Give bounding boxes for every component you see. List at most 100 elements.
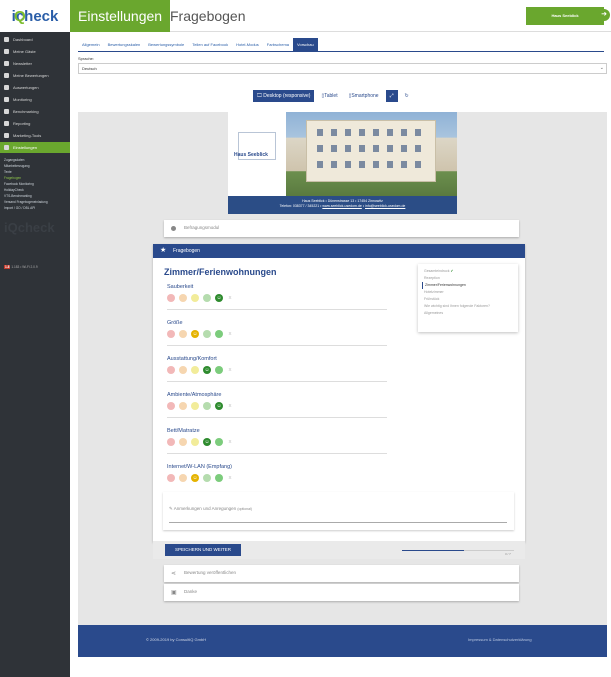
tab-vorschau[interactable]: Vorschau [293, 38, 318, 51]
top-bar: Einstellungen Fragebogen Haus Seeblick ➜ [70, 0, 611, 32]
rating-option-4[interactable] [203, 330, 211, 338]
sidebar: Dashboard Meine Gäste Newsletter Meine B… [0, 32, 70, 677]
guests-icon [4, 49, 9, 54]
save-continue-button[interactable]: SPEICHERN UND WEITER [165, 544, 241, 556]
hotel-banner: Haus Seeblick Haus Seeblick • Dünenstras… [228, 112, 457, 214]
sidebar-sub-item[interactable]: Import / GO / DBL API [0, 205, 70, 211]
rating-na[interactable]: X [227, 438, 233, 446]
save-bar: SPEICHERN UND WEITER 3 / 7 [153, 541, 525, 559]
toc-item[interactable]: Hotelzimmer [422, 289, 514, 296]
rating-option-1[interactable] [167, 474, 175, 482]
toc-item[interactable]: Wie wichtig sind Ihnen folgende Faktoren… [422, 303, 514, 310]
chevron-down-icon: ⌄ [599, 65, 604, 71]
rating-option-5[interactable] [215, 366, 223, 374]
rating-option-3-selected[interactable]: ☺ [191, 474, 199, 482]
rating-option-3[interactable] [191, 294, 199, 302]
rating-na[interactable]: X [227, 402, 233, 410]
sidebar-item-analytics[interactable]: Auswertungen [0, 82, 70, 93]
smartphone-view-button[interactable]: ▯Smartphone [344, 90, 383, 102]
footer: © 2009-2019 by ConsultIQ GmbH Impressum … [78, 625, 607, 657]
email-link[interactable]: info@seeblick-usedom.de [365, 204, 405, 208]
rating-option-5-selected[interactable]: ☺ [215, 402, 223, 410]
rating-option-2[interactable] [179, 402, 187, 410]
module-card[interactable]: Befragungsmodul [164, 220, 519, 237]
rating-option-2[interactable] [179, 294, 187, 302]
rating-na[interactable]: X [227, 474, 233, 482]
rating-option-4-selected[interactable]: ☺ [203, 366, 211, 374]
dashboard-icon [4, 37, 9, 42]
tablet-view-button[interactable]: ▯Tablet [317, 90, 342, 102]
rating-option-1[interactable] [167, 402, 175, 410]
sidebar-item-benchmarking[interactable]: Benchmarking [0, 106, 70, 117]
rating-option-2[interactable] [179, 330, 187, 338]
toc-item-active[interactable]: Zimmer/Ferienwohnungen [422, 282, 514, 289]
rating-option-4[interactable] [203, 294, 211, 302]
rating-option-4-selected[interactable]: ☺ [203, 438, 211, 446]
sidebar-item-monitoring[interactable]: Monitoring [0, 94, 70, 105]
user-button[interactable]: Haus Seeblick [526, 7, 604, 25]
rating-option-1[interactable] [167, 330, 175, 338]
tab-bewertungsskalen[interactable]: Bewertungsskalen [104, 38, 145, 51]
toc-item[interactable]: Rezeption [422, 275, 514, 282]
rating-na[interactable]: X [227, 330, 233, 338]
rating-option-4[interactable] [203, 474, 211, 482]
sidebar-item-newsletter[interactable]: Newsletter [0, 58, 70, 69]
person-icon [171, 226, 176, 231]
copyright: © 2009-2019 by ConsultIQ GmbH [146, 637, 207, 642]
website-link[interactable]: www.seeblick-usedom.de [322, 204, 362, 208]
language-select[interactable]: Deutsch ⌄ [78, 63, 607, 74]
footer-links[interactable]: Impressum & Datenschutzerklärung [468, 637, 532, 642]
rating-option-3-selected[interactable]: ☺ [191, 330, 199, 338]
tab-allgemein[interactable]: Allgemein [78, 38, 104, 51]
star-icon: ★ [160, 247, 167, 254]
rating-option-1[interactable] [167, 438, 175, 446]
app-logo[interactable]: i Qcheck [0, 0, 70, 32]
rating-option-5-selected[interactable]: ☺ [215, 294, 223, 302]
rating-option-2[interactable] [179, 438, 187, 446]
rating-option-3[interactable] [191, 366, 199, 374]
rating-option-1[interactable] [167, 294, 175, 302]
comment-field[interactable]: ✎ Anmerkungen und Anregungen (optional) [163, 492, 514, 530]
check-icon: ✔ [450, 269, 454, 273]
logout-icon[interactable]: ➜ [598, 9, 610, 21]
rating-na[interactable]: X [227, 366, 233, 374]
sidebar-item-reviews[interactable]: Meine Bewertungen [0, 70, 70, 81]
rating-option-5[interactable] [215, 438, 223, 446]
questionnaire-header: ★ Fragebogen [153, 244, 525, 258]
thanks-card[interactable]: ▣ Danke [164, 584, 519, 601]
desktop-view-button[interactable]: 🖵 Desktop (responsive) [253, 90, 315, 102]
rating-option-5[interactable] [215, 330, 223, 338]
tab-bewertungssymbole[interactable]: Bewertungssymbole [144, 38, 188, 51]
sidebar-item-dashboard[interactable]: Dashboard [0, 34, 70, 45]
toc-item[interactable]: Frühstück [422, 296, 514, 303]
rating-option-3[interactable] [191, 402, 199, 410]
gift-icon: ▣ [171, 590, 177, 596]
question-item: Internet/W-LAN (Empfang) ☺ X [167, 464, 387, 482]
rating-option-1[interactable] [167, 366, 175, 374]
settings-tabs: Allgemein Bewertungsskalen Bewertungssym… [78, 38, 604, 52]
share-icon: ⋖ [171, 571, 177, 577]
rotate-icon[interactable]: ↻ [400, 90, 413, 102]
section-navigation: Gesamteindruck ✔ Rezeption Zimmer/Ferien… [418, 264, 518, 332]
sidebar-item-reporting[interactable]: Reporting [0, 118, 70, 129]
expand-icon[interactable]: ⤢ [385, 90, 398, 102]
tab-hotel-modus[interactable]: Hotel-Modus [232, 38, 263, 51]
rating-scale: ☺ X [167, 402, 387, 410]
rating-option-2[interactable] [179, 366, 187, 374]
sidebar-item-settings[interactable]: Einstellungen [0, 142, 70, 153]
tab-farbschema[interactable]: Farbschema [263, 38, 293, 51]
sidebar-item-marketing[interactable]: Marketing-Tools [0, 130, 70, 141]
toc-item[interactable]: Allgemeines [422, 310, 514, 317]
rating-option-5[interactable] [215, 474, 223, 482]
version-info: 1.8 1.183 • Wi-Fi 2.0.9 [4, 265, 38, 269]
toc-item[interactable]: Gesamteindruck ✔ [422, 268, 514, 275]
rating-option-4[interactable] [203, 402, 211, 410]
rating-scale: ☺ X [167, 366, 387, 374]
rating-na[interactable]: X [227, 294, 233, 302]
rating-option-2[interactable] [179, 474, 187, 482]
sidebar-item-guests[interactable]: Meine Gäste [0, 46, 70, 57]
publish-card[interactable]: ⋖ Bewertung veröffentlichen [164, 565, 519, 582]
tab-facebook[interactable]: Teilen auf Facebook [188, 38, 232, 51]
questionnaire-card: ★ Fragebogen Zimmer/Ferienwohnungen Saube… [153, 244, 525, 542]
rating-option-3[interactable] [191, 438, 199, 446]
